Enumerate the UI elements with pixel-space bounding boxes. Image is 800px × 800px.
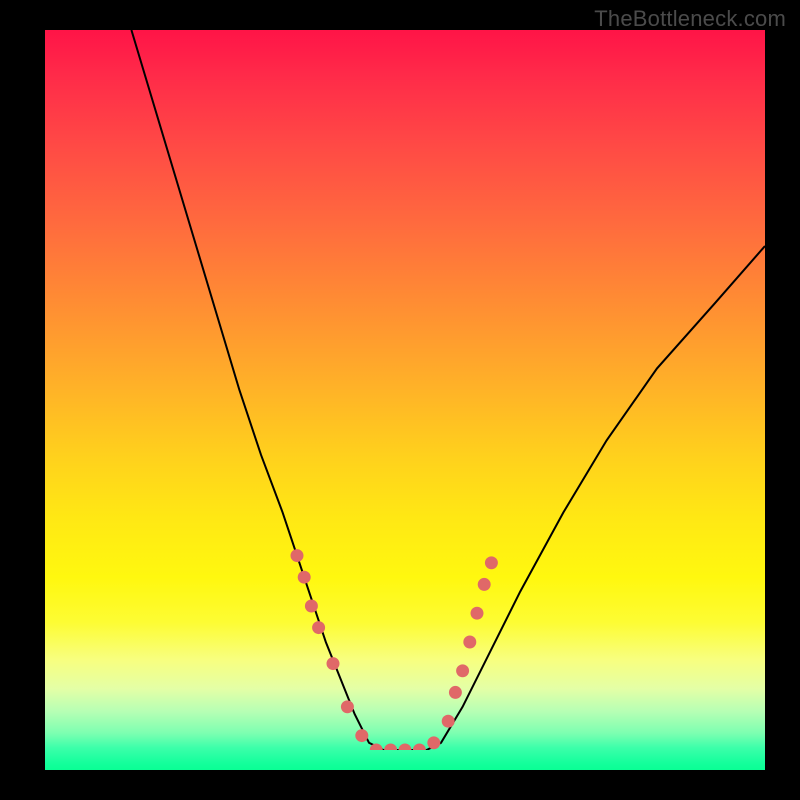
sample-point bbox=[341, 700, 354, 713]
sample-point bbox=[355, 729, 368, 742]
sample-point bbox=[298, 571, 311, 584]
sample-point bbox=[463, 636, 476, 649]
sample-point bbox=[305, 600, 318, 613]
sample-point bbox=[399, 744, 412, 750]
sample-point bbox=[442, 715, 455, 728]
sample-point bbox=[427, 736, 440, 749]
bottleneck-curve bbox=[45, 30, 765, 750]
sample-point bbox=[312, 621, 325, 634]
sample-point bbox=[456, 664, 469, 677]
sample-point bbox=[327, 657, 340, 670]
sample-point bbox=[413, 744, 426, 750]
v-curve-path bbox=[131, 30, 765, 750]
plot-area bbox=[45, 30, 765, 770]
watermark-label: TheBottleneck.com bbox=[594, 6, 786, 32]
sample-point bbox=[485, 556, 498, 569]
sample-point bbox=[449, 686, 462, 699]
sample-point bbox=[291, 549, 304, 562]
sample-point bbox=[478, 578, 491, 591]
sample-point bbox=[384, 744, 397, 750]
sample-point bbox=[471, 607, 484, 620]
chart-stage: TheBottleneck.com bbox=[0, 0, 800, 800]
